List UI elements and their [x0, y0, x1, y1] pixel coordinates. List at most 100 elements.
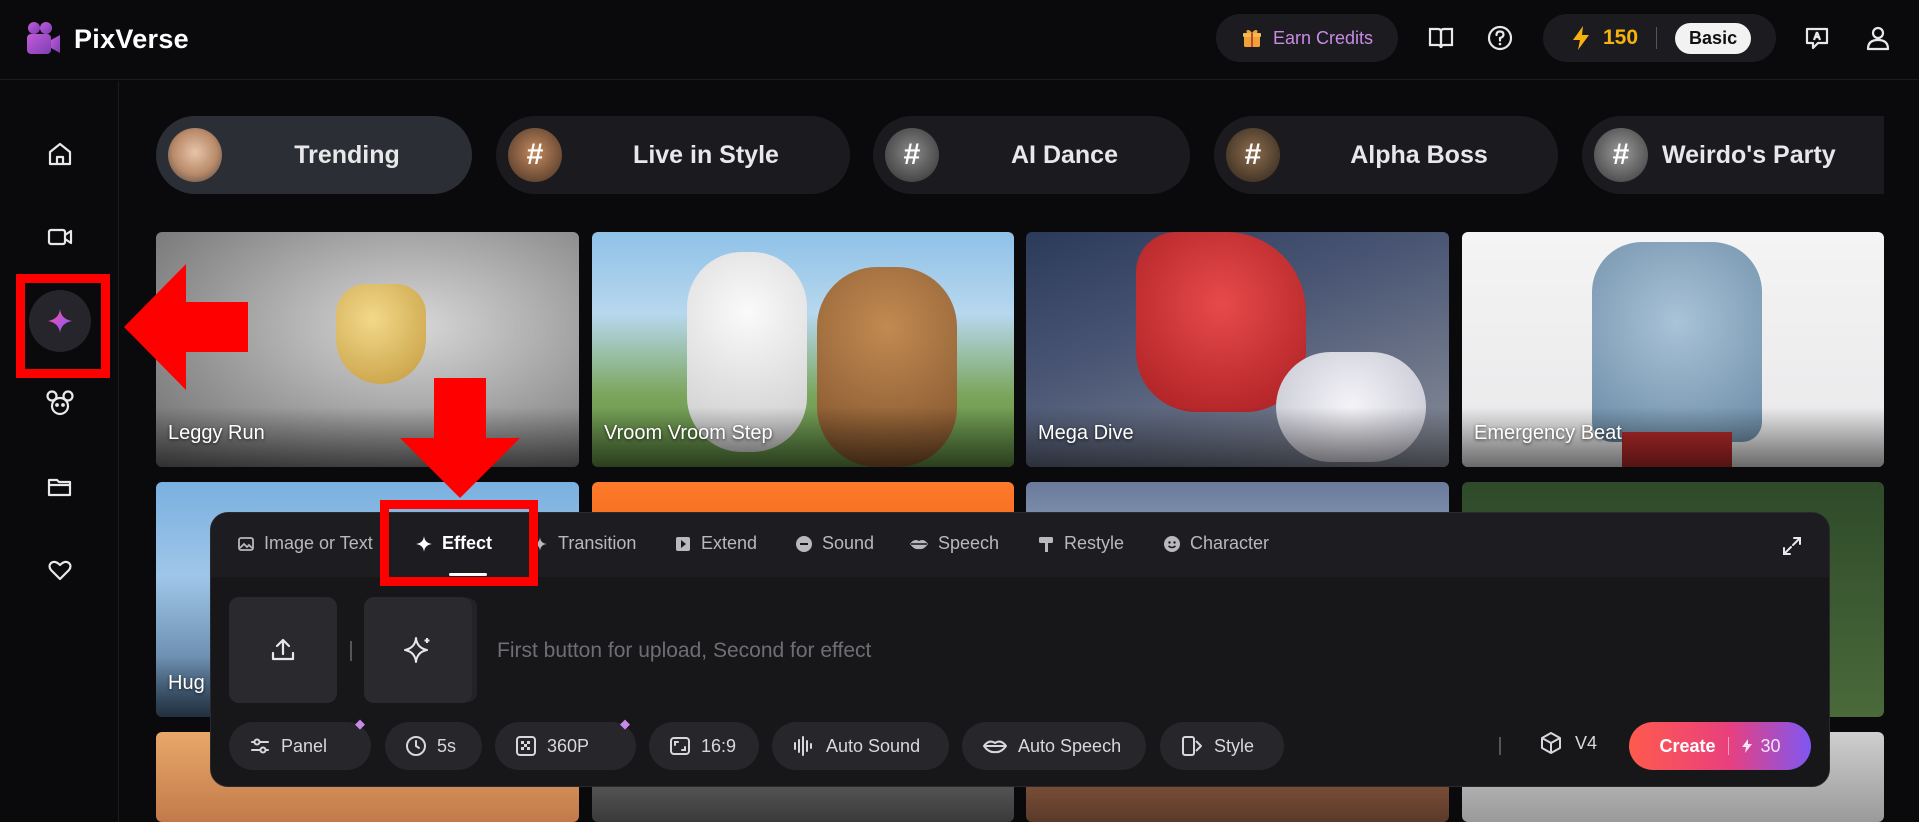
category-label: Live in Style — [633, 140, 779, 169]
style-button[interactable]: Style — [1160, 722, 1284, 770]
hashtag-icon: # — [1226, 128, 1280, 182]
category-ai-dance[interactable]: # AI Dance — [873, 116, 1190, 194]
model-label: V4 — [1575, 732, 1598, 753]
extend-icon — [676, 536, 690, 551]
lips-icon — [910, 539, 928, 549]
sound-icon — [796, 535, 812, 552]
aspect-ratio-icon — [670, 737, 690, 755]
aspect-ratio-button[interactable]: 16:9 — [649, 722, 759, 770]
tab-label: Image or Text — [264, 533, 373, 553]
video-card-emergency-beat[interactable]: Emergency Beat — [1462, 232, 1884, 467]
plan-badge[interactable]: Basic — [1675, 22, 1752, 54]
home-icon — [48, 142, 72, 166]
sidebar-item-video[interactable] — [40, 217, 80, 257]
video-title: Mega Dive — [1038, 422, 1134, 444]
video-card-vroom-vroom-step[interactable]: Vroom Vroom Step — [592, 232, 1014, 467]
mouse-ears-icon — [46, 390, 74, 416]
tab-image-or-text[interactable]: Image or Text — [237, 533, 373, 554]
heart-icon — [48, 560, 72, 581]
annotation-arrow-down-icon — [400, 378, 520, 498]
category-live-in-style[interactable]: # Live in Style — [496, 116, 850, 194]
tab-sound[interactable]: Sound — [795, 533, 874, 554]
sidebar-item-home[interactable] — [40, 134, 80, 174]
book-icon — [1428, 27, 1454, 49]
category-alpha-boss[interactable]: # Alpha Boss — [1214, 116, 1558, 194]
smiley-icon — [1164, 535, 1180, 552]
auto-speech-toggle[interactable]: Auto Speech — [962, 722, 1146, 770]
category-label: Weirdo's Party — [1662, 140, 1836, 169]
pixverse-logo-icon — [27, 22, 60, 54]
create-divider — [1727, 737, 1729, 755]
hashtag-icon: # — [508, 128, 562, 182]
sliders-icon — [251, 738, 269, 754]
tab-label: Speech — [938, 533, 1000, 553]
option-label: 5s — [437, 735, 457, 756]
category-label: Trending — [294, 140, 400, 169]
video-camera-icon — [47, 228, 73, 246]
sidebar-item-favorites[interactable] — [40, 550, 80, 590]
logo[interactable]: PixVerse — [24, 20, 189, 58]
create-button[interactable]: Create 30 — [1629, 722, 1811, 770]
video-title: Hug — [168, 672, 205, 694]
top-bar: PixVerse Earn Credits 150 Basic — [0, 0, 1919, 80]
sidebar-item-assets[interactable] — [40, 467, 80, 507]
lightning-icon — [1741, 739, 1752, 753]
tab-label: Sound — [822, 533, 875, 553]
category-weirdos-party[interactable]: # Weirdo's Party — [1582, 116, 1884, 194]
earn-credits-button[interactable]: Earn Credits — [1216, 14, 1398, 62]
resolution-button[interactable]: 360P ◆ — [495, 716, 636, 770]
docs-button[interactable] — [1425, 22, 1457, 54]
options-divider — [1499, 737, 1501, 755]
premium-gem-icon: ◆ — [355, 716, 365, 731]
help-button[interactable] — [1484, 22, 1516, 54]
paint-roller-icon — [1039, 536, 1053, 552]
feedback-button[interactable] — [1801, 22, 1833, 54]
earn-credits-label: Earn Credits — [1272, 27, 1374, 48]
annotation-arrow-left-icon — [124, 264, 248, 390]
tab-transition[interactable]: Transition — [531, 533, 636, 554]
category-trending[interactable]: Trending — [156, 116, 472, 194]
tab-label: Character — [1190, 533, 1270, 553]
select-effect-button[interactable] — [364, 597, 472, 703]
option-label: Panel — [281, 735, 328, 756]
tab-restyle[interactable]: Restyle — [1037, 533, 1124, 554]
lips-icon — [983, 740, 1007, 754]
tab-label: Restyle — [1064, 533, 1125, 553]
auto-sound-toggle[interactable]: Auto Sound — [772, 722, 949, 770]
hashtag-icon: # — [885, 128, 939, 182]
credits-display[interactable]: 150 Basic — [1543, 14, 1776, 62]
option-label: 16:9 — [701, 735, 737, 756]
credit-count: 150 — [1603, 26, 1639, 49]
tab-label: Extend — [701, 533, 758, 553]
tab-character[interactable]: Character — [1163, 533, 1269, 554]
option-label: 360P — [547, 735, 590, 756]
tab-extend[interactable]: Extend — [674, 533, 757, 554]
category-thumbnail — [168, 128, 222, 182]
sidebar — [0, 81, 119, 822]
duration-button[interactable]: 5s — [385, 722, 482, 770]
sidebar-item-character[interactable] — [40, 383, 80, 423]
create-label: Create — [1659, 735, 1716, 756]
tab-label: Transition — [558, 533, 637, 553]
upload-icon — [271, 638, 295, 661]
user-icon — [1866, 26, 1890, 51]
prompt-placeholder[interactable]: First button for upload, Second for effe… — [497, 639, 871, 663]
thumbnail-subject — [336, 284, 426, 384]
option-label: Style — [1214, 735, 1255, 756]
app-name: PixVerse — [74, 23, 190, 54]
model-selector[interactable]: V4 — [1539, 731, 1597, 755]
tab-speech[interactable]: Speech — [909, 533, 999, 554]
panel-settings-button[interactable]: Panel ◆ — [229, 716, 371, 770]
upload-divider — [350, 641, 352, 661]
help-icon — [1487, 25, 1513, 51]
clock-icon — [406, 736, 426, 756]
cube-icon — [1541, 732, 1561, 754]
expand-button[interactable] — [1781, 535, 1803, 562]
credit-divider — [1656, 27, 1658, 49]
folder-icon — [47, 478, 72, 497]
account-button[interactable] — [1862, 22, 1894, 54]
video-card-mega-dive[interactable]: Mega Dive — [1026, 232, 1449, 467]
hashtag-icon: # — [1594, 128, 1648, 182]
category-label: AI Dance — [1011, 140, 1118, 169]
upload-button[interactable] — [229, 597, 337, 703]
